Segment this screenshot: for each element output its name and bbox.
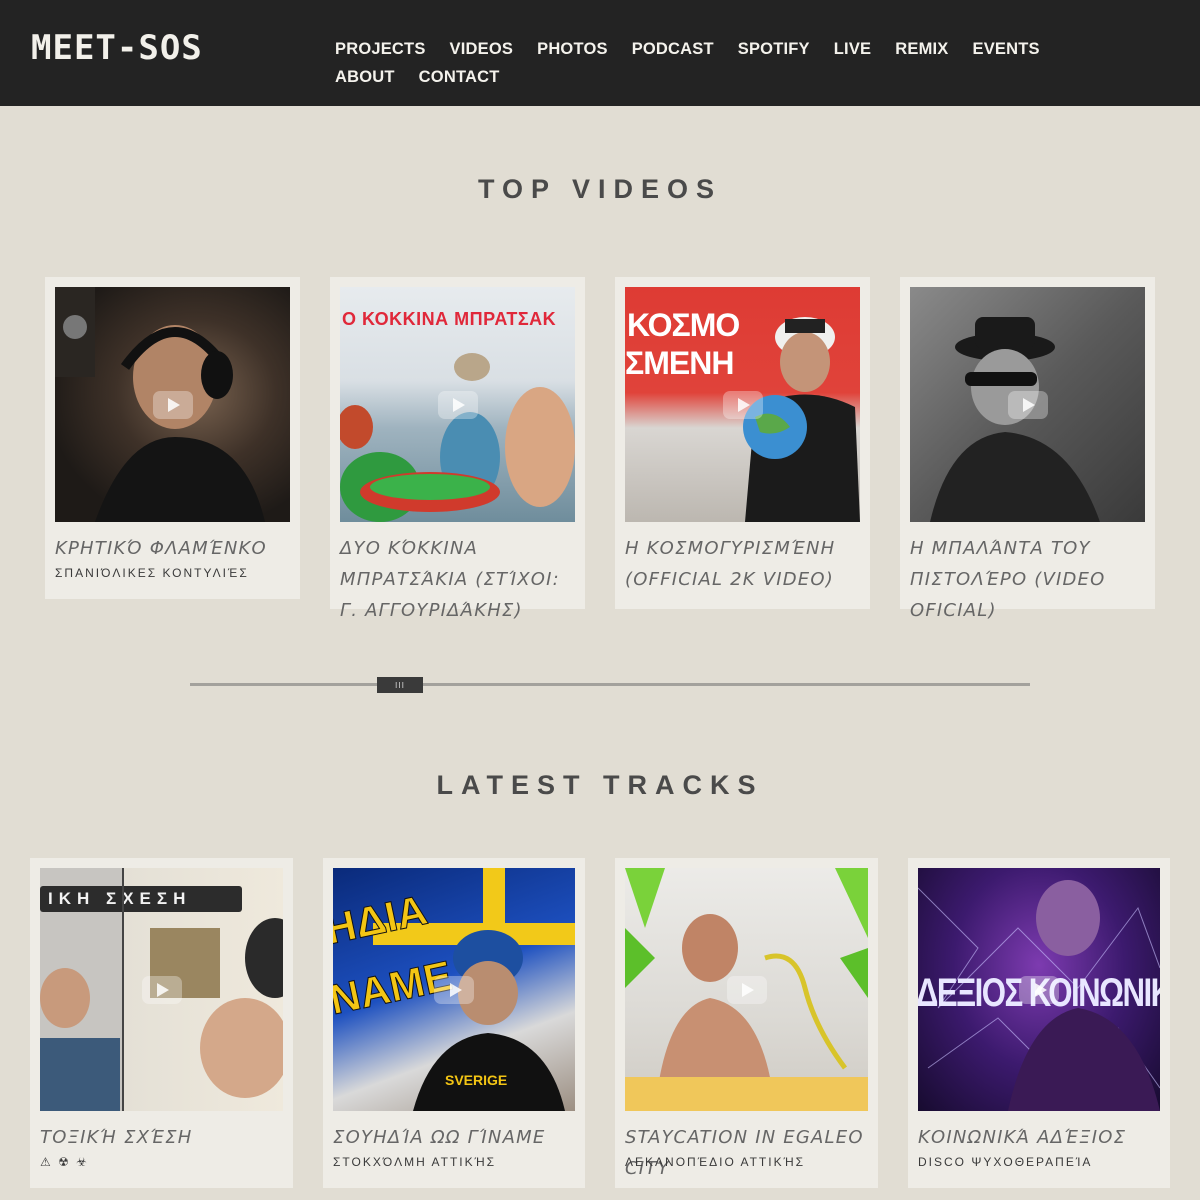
nav-events[interactable]: EVENTS: [973, 35, 1040, 63]
nav-about[interactable]: ABOUT: [335, 63, 395, 91]
video-title[interactable]: Η Μπαλάντα του Πιστολέρο (Video Oficial): [910, 533, 1150, 626]
play-icon[interactable]: [434, 975, 474, 1004]
video-card[interactable]: ΚΟΣΜΟ ΣΜΕΝΗ Η Κοσμογυρισμένη (Official 2…: [615, 277, 870, 609]
play-icon[interactable]: [141, 975, 182, 1004]
track-thumbnail[interactable]: ΗΔΙΑ NAME SVERIGE: [333, 868, 575, 1111]
play-icon[interactable]: [722, 390, 763, 419]
nav-videos[interactable]: VIDEOS: [450, 35, 514, 63]
video-card[interactable]: Ο ΚΟΚΚΙΝΑ ΜΠΡΑΤΣΑΚ Δυο κόκκινα μπρατσάκι…: [330, 277, 585, 621]
nav-projects[interactable]: PROJECTS: [335, 35, 426, 63]
play-icon[interactable]: [152, 390, 193, 419]
site-logo[interactable]: MEET-SOS: [31, 28, 203, 68]
track-subtitle: Disco Ψυχοθεραπεία: [918, 1155, 1093, 1169]
nav-contact[interactable]: CONTACT: [419, 63, 500, 91]
track-title[interactable]: Τοξική Σχέση: [40, 1122, 290, 1153]
nav-podcast[interactable]: PODCAST: [632, 35, 714, 63]
track-subtitle: Στοκχόλμη Αττικής: [333, 1155, 497, 1169]
nav-spotify[interactable]: SPOTIFY: [738, 35, 810, 63]
video-thumbnail[interactable]: ΚΟΣΜΟ ΣΜΕΝΗ: [625, 287, 860, 522]
track-title[interactable]: Staycation in Egaleo City: [625, 1122, 875, 1184]
track-title[interactable]: Σουηδία ωω γίναμε: [333, 1122, 583, 1153]
video-title[interactable]: Κρητικό Φλαμένκο: [55, 533, 295, 564]
video-card[interactable]: Κρητικό Φλαμένκο Σπανιόλικες Κοντυλιές: [45, 277, 300, 599]
track-card[interactable]: ΙΚΗ ΣΧΕΣΗ Τοξική Σχέση ⚠ ☢ ☣: [30, 858, 293, 1188]
carousel-scroll-handle[interactable]: III: [377, 677, 423, 693]
play-icon[interactable]: [437, 390, 478, 419]
track-thumbnail[interactable]: ΔΕΞΙΟΣ ΚΟΙΝΩΝΙΚ: [918, 868, 1160, 1111]
shirt-text: SVERIGE: [445, 1072, 508, 1088]
video-thumbnail[interactable]: [55, 287, 290, 522]
play-icon[interactable]: [1007, 390, 1048, 419]
carousel-scrollbar[interactable]: [190, 683, 1030, 686]
track-card[interactable]: ΔΕΞΙΟΣ ΚΟΙΝΩΝΙΚ Κοινωνικά Αδέξιος Disco …: [908, 858, 1170, 1188]
track-subtitle: ⚠ ☢ ☣: [40, 1155, 89, 1169]
video-title[interactable]: Δυο κόκκινα μπρατσάκια (στίχοι: Γ. Αγγου…: [340, 533, 580, 626]
main-nav: PROJECTS VIDEOS PHOTOS PODCAST SPOTIFY L…: [335, 35, 1095, 91]
nav-live[interactable]: LIVE: [834, 35, 871, 63]
video-subtitle: Σπανιόλικες Κοντυλιές: [55, 566, 249, 580]
track-thumbnail[interactable]: ΙΚΗ ΣΧΕΣΗ: [40, 868, 283, 1111]
nav-photos[interactable]: PHOTOS: [537, 35, 608, 63]
video-card[interactable]: Η Μπαλάντα του Πιστολέρο (Video Oficial): [900, 277, 1155, 621]
play-icon[interactable]: [1019, 975, 1059, 1004]
play-icon[interactable]: [726, 975, 767, 1004]
video-thumbnail[interactable]: [910, 287, 1145, 522]
latest-tracks-heading: LATEST TRACKS: [436, 770, 764, 800]
track-title[interactable]: Κοινωνικά Αδέξιος: [918, 1122, 1168, 1153]
track-card[interactable]: Staycation in Egaleo City Λεκανοπέδιο Ατ…: [615, 858, 878, 1188]
track-thumbnail[interactable]: [625, 868, 868, 1111]
video-title[interactable]: Η Κοσμογυρισμένη (Official 2K Video): [625, 533, 865, 595]
top-videos-heading: TOP VIDEOS: [477, 174, 723, 204]
site-header: MEET-SOS PROJECTS VIDEOS PHOTOS PODCAST …: [0, 0, 1200, 106]
track-subtitle: Λεκανοπέδιο Αττικής: [625, 1155, 806, 1169]
track-card[interactable]: ΗΔΙΑ NAME SVERIGE Σουηδία ωω γίναμε Στοκ…: [323, 858, 585, 1188]
nav-remix[interactable]: REMIX: [895, 35, 948, 63]
video-thumbnail[interactable]: Ο ΚΟΚΚΙΝΑ ΜΠΡΑΤΣΑΚ: [340, 287, 575, 522]
